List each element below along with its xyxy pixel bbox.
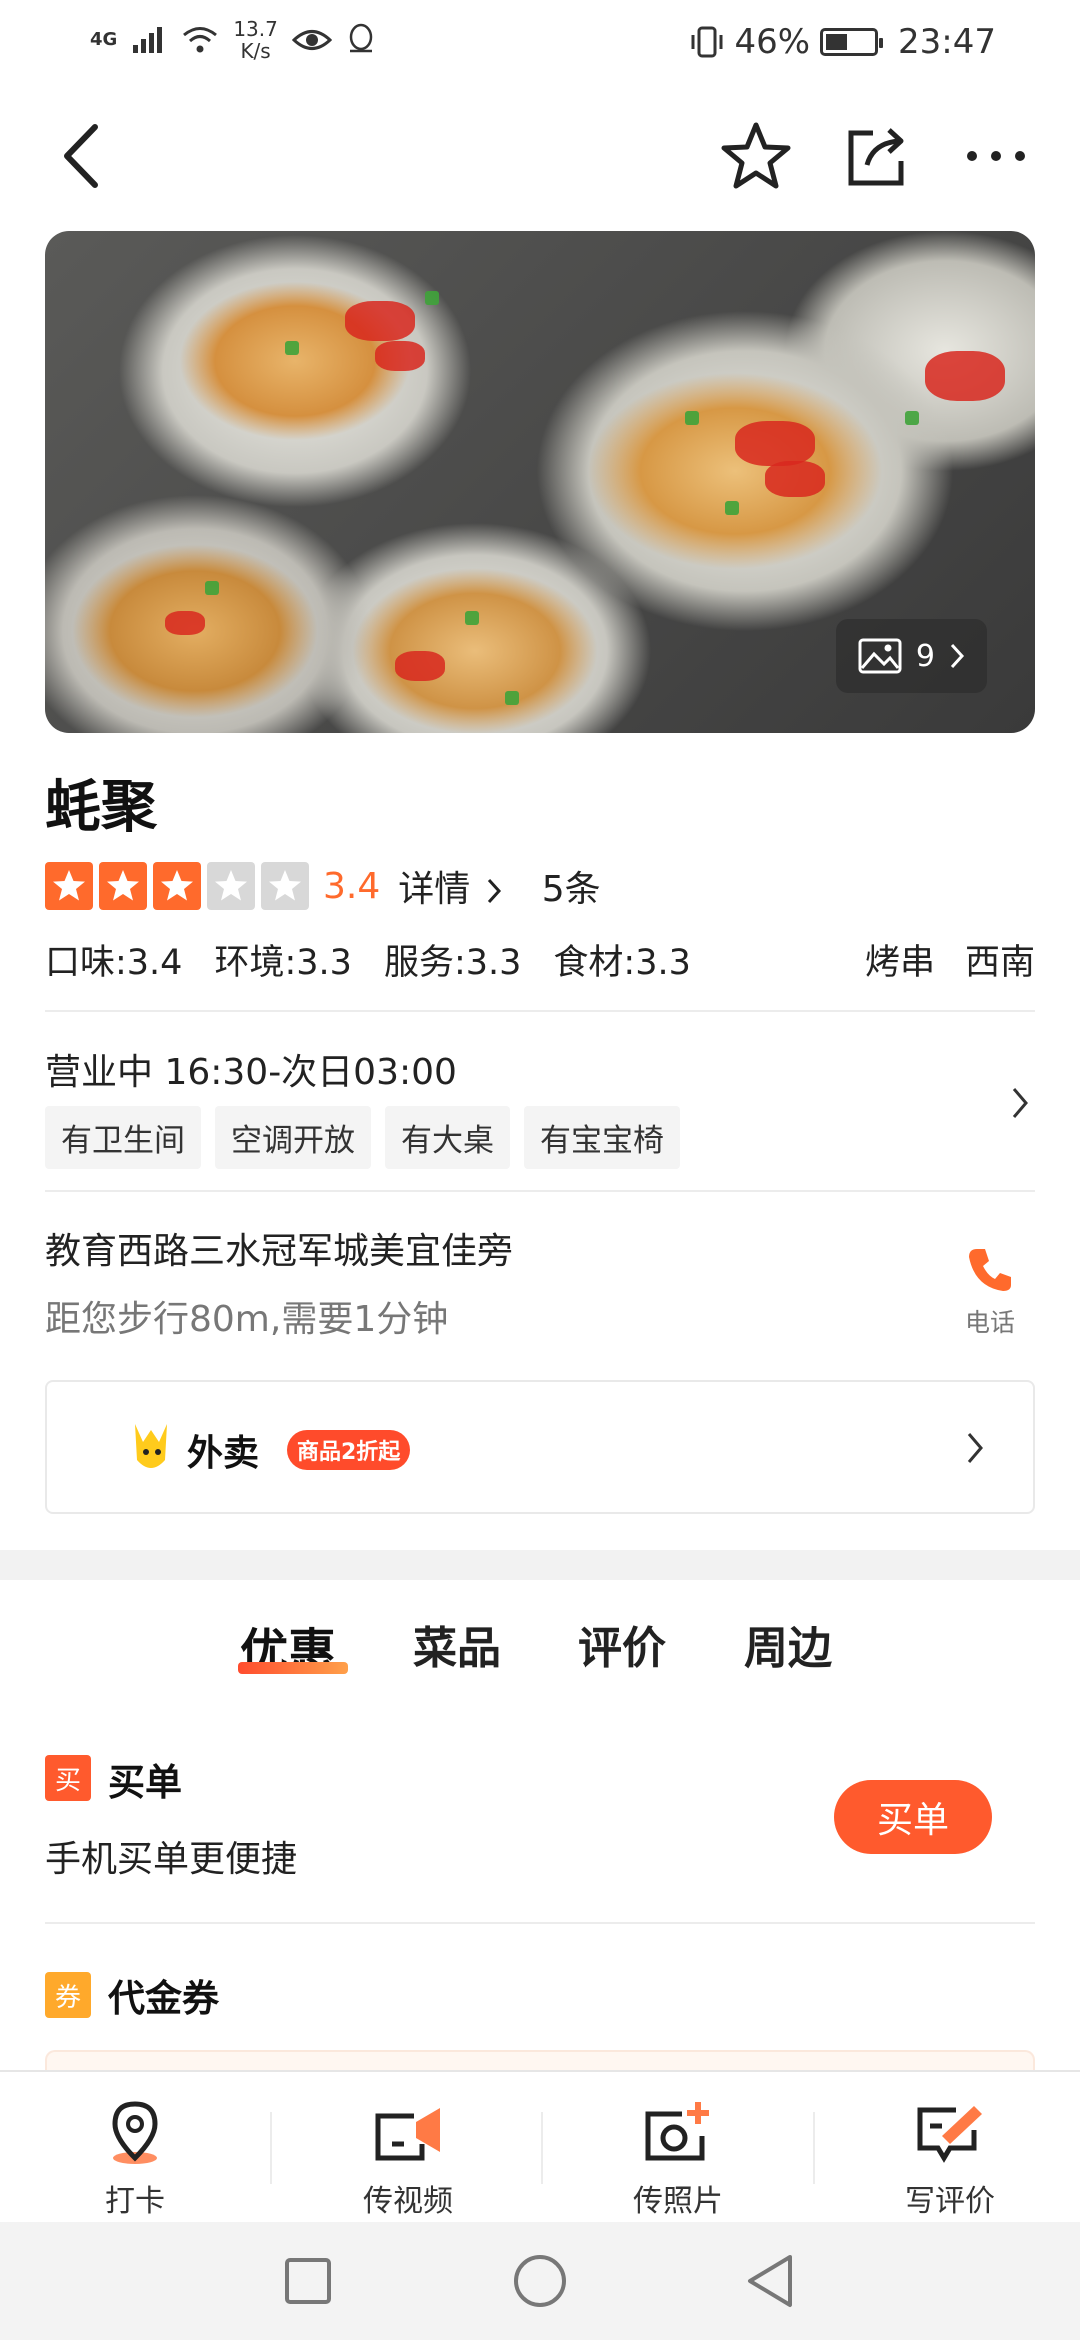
triangle-back-icon — [748, 2255, 792, 2307]
voucher-icon: 券 — [45, 1972, 91, 2018]
score-ingredients: 食材:3.3 — [553, 943, 691, 983]
recent-apps-button[interactable] — [273, 2246, 343, 2316]
qq-icon — [349, 23, 373, 53]
shop-name: 蚝聚 — [45, 775, 157, 840]
chevron-right-icon — [487, 878, 501, 904]
voucher-title: 代金券 — [108, 1977, 219, 2020]
system-nav-bar — [0, 2222, 1080, 2340]
tab-dishes[interactable]: 菜品 — [413, 1612, 501, 1676]
section-separator — [0, 1550, 1080, 1580]
takeout-card[interactable]: 外卖 商品2折起 — [45, 1380, 1035, 1514]
wifi-icon — [183, 27, 218, 53]
status-bar: 4G 13.7 K/s 46% 23:47 — [0, 0, 1080, 86]
image-icon — [858, 638, 902, 674]
takeout-mascot-icon — [135, 1424, 167, 1468]
edit-review-icon — [917, 2106, 982, 2163]
phone-button[interactable]: 电话 — [950, 1245, 1030, 1339]
detail-label: 详情 — [398, 869, 471, 910]
top-nav-bar — [0, 86, 1080, 226]
star-icon — [207, 862, 255, 910]
shop-address: 教育西路三水冠军城美宜佳旁 — [45, 1231, 514, 1272]
battery-percent: 46% — [734, 22, 811, 62]
camera-plus-icon — [645, 2102, 709, 2161]
rating-row: 3.4 详情 5条 — [45, 858, 601, 914]
video-icon — [375, 2108, 440, 2161]
takeout-discount-badge: 商品2折起 — [287, 1430, 411, 1470]
chevron-right-icon — [967, 1433, 983, 1463]
bottom-action-bar: 打卡 传视频 传照片 写评价 — [0, 2070, 1080, 2222]
shop-area[interactable]: 西南 — [965, 934, 1035, 985]
rating-score: 3.4 — [323, 865, 381, 907]
upload-photo-label: 传照片 — [633, 2184, 723, 2219]
facility-list: 有卫生间 空调开放 有大桌 有宝宝椅 — [45, 1106, 680, 1169]
review-count[interactable]: 5条 — [542, 860, 601, 912]
divider — [541, 2112, 543, 2184]
pay-description: 手机买单更便捷 — [45, 1839, 298, 1880]
facility-tag: 空调开放 — [215, 1106, 371, 1169]
share-icon[interactable] — [838, 116, 918, 196]
chevron-right-icon — [1012, 1088, 1028, 1118]
back-button[interactable] — [735, 2246, 805, 2316]
rating-detail-link[interactable]: 详情 — [398, 860, 501, 912]
facility-tag: 有宝宝椅 — [524, 1106, 680, 1169]
walking-distance: 距您步行80m,需要1分钟 — [45, 1299, 449, 1340]
divider — [45, 1010, 1035, 1012]
star-icon — [153, 862, 201, 910]
status-left: 4G 13.7 K/s — [90, 18, 376, 62]
upload-photo-button[interactable]: 传照片 — [588, 2100, 768, 2220]
star-rating — [45, 862, 315, 910]
circle-icon — [514, 2255, 566, 2307]
chevron-right-icon — [950, 643, 965, 669]
location-pin-icon — [112, 2101, 158, 2164]
phone-icon — [969, 1249, 1011, 1291]
vibrate-icon — [691, 26, 723, 58]
clock: 23:47 — [898, 22, 996, 62]
takeout-title: 外卖 — [187, 1433, 260, 1474]
shop-tags: 烤串 西南 — [865, 934, 1035, 985]
battery-icon — [820, 28, 884, 56]
photo-count-badge[interactable]: 9 — [835, 619, 987, 693]
write-review-label: 写评价 — [905, 2184, 995, 2219]
shop-hero-photo[interactable]: 9 — [45, 231, 1035, 733]
score-service: 服务:3.3 — [383, 943, 522, 983]
square-icon — [285, 2258, 331, 2304]
active-tab-indicator — [238, 1662, 348, 1674]
upload-video-button[interactable]: 传视频 — [318, 2100, 498, 2220]
star-icon — [45, 862, 93, 910]
write-review-button[interactable]: 写评价 — [860, 2100, 1040, 2220]
star-icon[interactable] — [716, 116, 796, 196]
more-icon[interactable] — [956, 116, 1036, 196]
signal-icon — [133, 27, 163, 53]
divider — [270, 2112, 272, 2184]
back-icon[interactable] — [42, 116, 122, 196]
star-icon — [99, 862, 147, 910]
content-tabs: 优惠 菜品 评价 周边 — [0, 1580, 1080, 1710]
network-type: 4G — [90, 29, 118, 50]
network-speed: 13.7 K/s — [233, 17, 278, 63]
business-hours: 营业中 16:30-次日03:00 — [45, 1052, 457, 1093]
checkin-button[interactable]: 打卡 — [45, 2100, 225, 2220]
tab-reviews[interactable]: 评价 — [578, 1612, 666, 1676]
facility-tag: 有卫生间 — [45, 1106, 201, 1169]
status-right: 46% 23:47 — [690, 22, 996, 62]
pay-button[interactable]: 买单 — [834, 1780, 992, 1854]
facility-tag: 有大桌 — [385, 1106, 510, 1169]
home-button[interactable] — [505, 2246, 575, 2316]
divider — [813, 2112, 815, 2184]
photo-count: 9 — [915, 638, 935, 674]
checkin-label: 打卡 — [105, 2184, 165, 2219]
shop-category[interactable]: 烤串 — [865, 934, 935, 985]
upload-video-label: 传视频 — [363, 2184, 453, 2219]
pay-title: 买单 — [108, 1761, 182, 1804]
divider — [45, 1922, 1035, 1924]
tab-nearby[interactable]: 周边 — [744, 1612, 832, 1676]
star-icon — [261, 862, 309, 910]
eye-icon — [291, 30, 332, 50]
pay-icon: 买 — [45, 1755, 91, 1801]
phone-label: 电话 — [964, 1308, 1015, 1337]
score-taste: 口味:3.4 — [45, 943, 183, 983]
divider — [45, 1190, 1035, 1192]
score-environment: 环境:3.3 — [214, 943, 352, 983]
score-breakdown: 口味:3.4 环境:3.3 服务:3.3 食材:3.3 — [45, 934, 691, 985]
